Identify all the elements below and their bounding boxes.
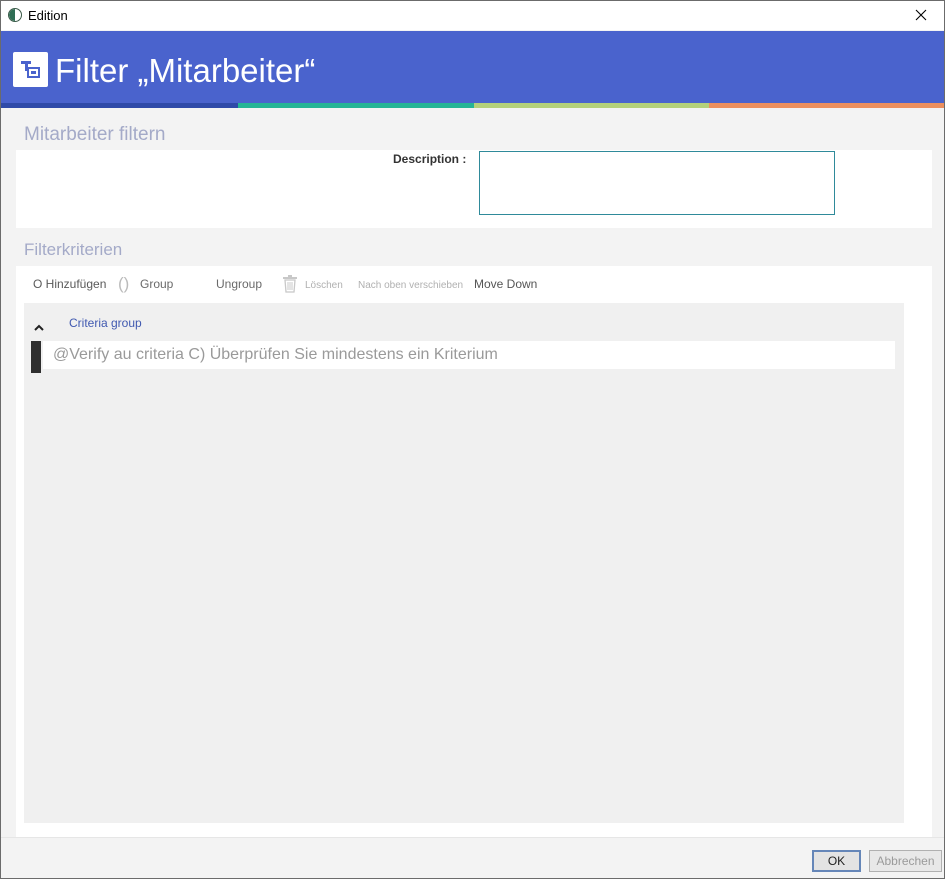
window-title: Edition: [28, 8, 68, 23]
group-icon[interactable]: (): [118, 274, 129, 294]
trash-icon[interactable]: [282, 275, 298, 296]
description-input[interactable]: [479, 151, 835, 215]
add-button[interactable]: O Hinzufügen: [33, 277, 106, 291]
description-panel: Description :: [16, 150, 932, 228]
ungroup-button[interactable]: Ungroup: [216, 277, 262, 291]
ok-button[interactable]: OK: [812, 850, 861, 872]
move-up-button[interactable]: Nach oben verschieben: [358, 280, 463, 291]
delete-button[interactable]: Löschen: [305, 280, 343, 291]
description-label: Description :: [393, 152, 467, 166]
close-icon: [915, 9, 927, 21]
filter-icon: [13, 52, 48, 87]
header-banner: Filter „Mitarbeiter“: [1, 31, 944, 103]
edition-dialog: Edition Filter „Mitarbeiter“ Mitarbeiter…: [0, 0, 945, 879]
color-stripe-segment: [238, 103, 474, 108]
group-indicator-bar: [31, 341, 41, 373]
page-title: Filter „Mitarbeiter“: [55, 52, 316, 89]
color-stripe-segment: [1, 103, 238, 108]
criteria-toolbar: O Hinzufügen () Group Ungroup Löschen Na…: [16, 266, 932, 303]
color-stripe-segment: [709, 103, 944, 108]
criteria-group-label[interactable]: Criteria group: [69, 316, 142, 330]
move-down-button[interactable]: Move Down: [474, 277, 537, 291]
validation-message-row: @Verify au criteria C) Überprüfen Sie mi…: [43, 341, 895, 369]
chevron-up-icon[interactable]: [34, 318, 44, 336]
section-title-filter: Mitarbeiter filtern: [24, 124, 166, 145]
section-title-criteria: Filterkriterien: [24, 240, 123, 259]
criteria-panel: O Hinzufügen () Group Ungroup Löschen Na…: [16, 266, 932, 838]
color-stripe-segment: [474, 103, 709, 108]
validation-message: @Verify au criteria C) Überprüfen Sie mi…: [53, 346, 498, 363]
title-bar[interactable]: Edition: [1, 1, 944, 30]
group-button[interactable]: Group: [140, 277, 173, 291]
footer-divider: [1, 837, 944, 838]
criteria-tree: Criteria group @Verify au criteria C) Üb…: [24, 303, 904, 823]
close-button[interactable]: [898, 1, 944, 30]
app-icon: [8, 8, 22, 22]
cancel-button[interactable]: Abbrechen: [869, 850, 942, 872]
